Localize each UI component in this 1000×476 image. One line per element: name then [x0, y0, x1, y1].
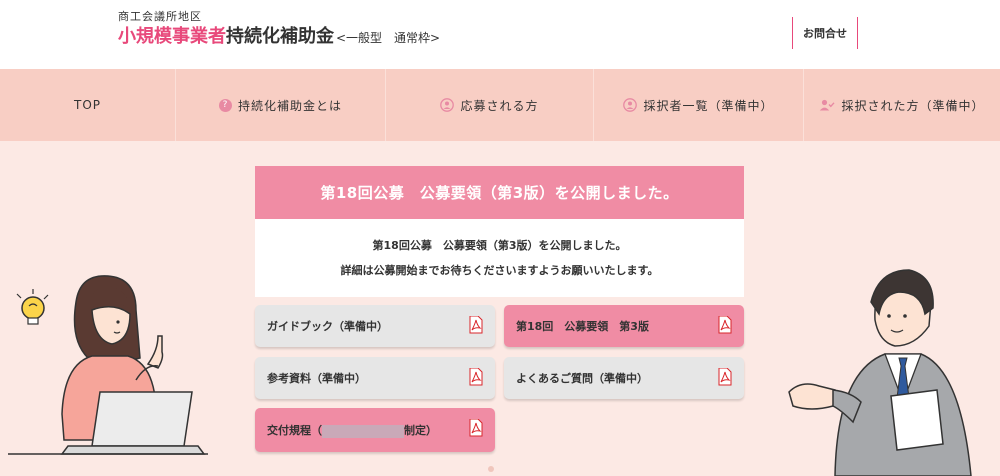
user-icon: [440, 98, 455, 112]
nav-item-label: 採択された方（準備中）: [841, 98, 985, 113]
nav-item-label: 採択者一覧（準備中）: [643, 98, 774, 113]
org-label: 商工会議所地区: [118, 10, 202, 23]
nav-item-label: 持続化補助金とは: [237, 98, 342, 113]
nav-item-adopted-list[interactable]: 採択者一覧（準備中）: [594, 69, 804, 141]
title-dark: 持続化補助金: [226, 26, 334, 47]
pdf-icon: [469, 316, 483, 334]
doc-label-prefix: 交付規程（: [267, 424, 322, 437]
doc-label: ガイドブック（準備中）: [267, 320, 388, 333]
announcement-heading: 第18回公募 公募要領（第3版）を公開しました。: [255, 166, 744, 219]
doc-label: 交付規程（ 制定）: [267, 422, 495, 438]
user-check-icon: [819, 98, 836, 112]
site-header: 商工会議所地区 小規模事業者持続化補助金 <一般型 通常枠> お問合せ: [0, 0, 1000, 69]
contact-link[interactable]: お問合せ: [792, 17, 858, 49]
faq-button[interactable]: よくあるご質問（準備中）: [504, 357, 744, 399]
announcement-card: 第18回公募 公募要領（第3版）を公開しました。 第18回公募 公募要領（第3版…: [255, 166, 744, 297]
guidelines-v3-button[interactable]: 第18回 公募要領 第3版: [504, 305, 744, 347]
doc-label-suffix: 制定）: [404, 424, 437, 437]
pdf-icon: [718, 368, 732, 386]
announcement-line: 第18回公募 公募要領（第3版）を公開しました。: [372, 239, 627, 252]
nav-item-top[interactable]: TOP: [0, 69, 176, 141]
doc-label: 第18回 公募要領 第3版: [516, 320, 649, 333]
lightbulb-icon: [16, 289, 49, 325]
businessman-illustration: [788, 269, 972, 476]
pdf-icon: [718, 316, 732, 334]
pdf-icon: [469, 419, 483, 437]
nav-item-adopted[interactable]: 採択された方（準備中）: [804, 69, 1000, 141]
user-icon: [623, 98, 638, 112]
doc-label: 参考資料（準備中）: [267, 372, 366, 385]
site-title: 小規模事業者持続化補助金 <一般型 通常枠>: [118, 26, 440, 49]
guidebook-button[interactable]: ガイドブック（準備中）: [255, 305, 495, 347]
reference-button[interactable]: 参考資料（準備中）: [255, 357, 495, 399]
title-subtype: <一般型 通常枠>: [336, 31, 441, 45]
nav-item-applicants[interactable]: 応募される方: [386, 69, 594, 141]
announcement-line: 詳細は公募開始までお待ちくださいますようお願いいたします。: [340, 264, 659, 277]
main-nav: TOP ? 持続化補助金とは 応募される方 採択者一覧（準備中） 採択された方（…: [0, 69, 1000, 141]
carousel-dot[interactable]: [488, 466, 494, 472]
nav-item-label: TOP: [73, 98, 101, 112]
doc-label: よくあるご質問（準備中）: [516, 372, 648, 385]
title-pink: 小規模事業者: [118, 26, 226, 47]
redacted-block: [322, 424, 404, 438]
announcement-body: 第18回公募 公募要領（第3版）を公開しました。 詳細は公募開始までお待ちくださ…: [255, 219, 744, 297]
site-logo[interactable]: 商工会議所地区 小規模事業者持続化補助金 <一般型 通常枠>: [118, 10, 440, 49]
question-icon: ?: [218, 98, 232, 112]
nav-item-label: 応募される方: [460, 98, 539, 113]
pdf-icon: [469, 368, 483, 386]
nav-item-about[interactable]: ? 持続化補助金とは: [176, 69, 386, 141]
grant-rules-button[interactable]: 交付規程（ 制定）: [255, 408, 495, 452]
woman-illustration: [8, 275, 208, 455]
